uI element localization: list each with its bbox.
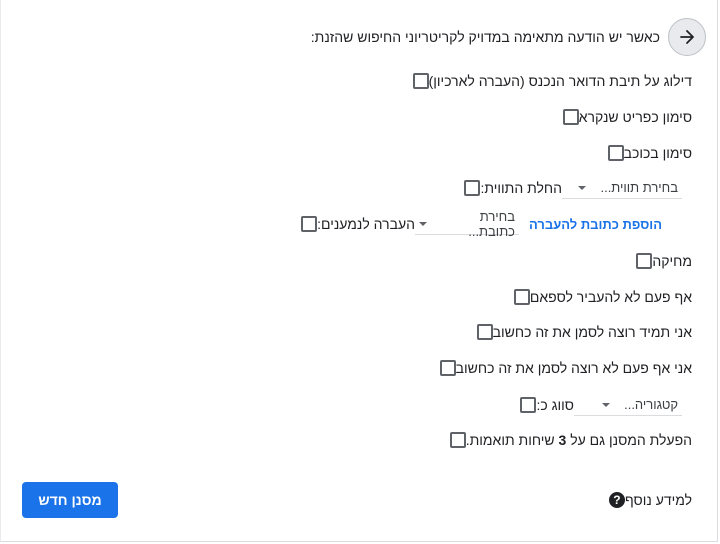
apply-existing-checkbox[interactable] — [449, 432, 466, 448]
delete-label: מחיקה — [652, 253, 692, 269]
apply-existing-label: הפעלת המסנן גם על 3 שיחות תואמות. — [466, 432, 692, 448]
criteria-description: כאשר יש הודעה מתאימה במדויק לקריטריוני ה… — [310, 29, 660, 45]
apply-existing-prefix: הפעלת המסנן גם על — [570, 432, 692, 448]
apply-existing-suffix: שיחות תואמות. — [465, 432, 555, 448]
categorize-label: סווג כ: — [536, 397, 574, 413]
caret-down-icon — [602, 402, 611, 407]
skip-inbox-label: דילוג על תיבת הדואר הנכנס (העברה לארכיון… — [428, 73, 692, 89]
back-button[interactable] — [668, 18, 706, 56]
arrow-right-icon — [680, 30, 694, 44]
skip-inbox-checkbox[interactable] — [412, 73, 429, 89]
mark-read-checkbox[interactable] — [562, 109, 579, 125]
star-checkbox[interactable] — [607, 145, 624, 161]
option-apply-existing[interactable]: הפעלת המסנן גם על 3 שיחות תואמות. — [437, 429, 692, 451]
apply-label-checkbox[interactable] — [464, 180, 481, 196]
categorize-checkbox[interactable] — [520, 397, 537, 413]
caret-down-icon — [578, 185, 587, 190]
never-important-label: אני אף פעם לא רוצה לסמן את זה כחשוב — [455, 360, 692, 376]
option-skip-inbox[interactable]: דילוג על תיבת הדואר הנכנס (העברה לארכיון… — [400, 70, 692, 92]
option-categorize[interactable]: סווג כ: קטגוריה... — [507, 394, 692, 416]
add-forward-address-link[interactable]: הוספת כתובת להעברה — [529, 217, 662, 232]
always-important-checkbox[interactable] — [476, 324, 493, 340]
delete-checkbox[interactable] — [636, 253, 653, 269]
option-forward[interactable]: העברה לנמענים: בחירת כתובת... הוספת כתוב… — [288, 209, 692, 239]
never-spam-label: אף פעם לא להעביר לספאם — [529, 289, 692, 305]
option-delete[interactable]: מחיקה — [623, 250, 692, 272]
create-filter-button[interactable]: מסנן חדש — [22, 482, 118, 518]
apply-existing-count: 3 — [558, 432, 567, 448]
option-never-spam[interactable]: אף פעם לא להעביר לספאם — [501, 286, 692, 308]
apply-label-label: החלת התווית: — [480, 180, 562, 196]
learn-more[interactable]: ? למידע נוסף — [599, 489, 692, 511]
label-select[interactable]: בחירת תווית... — [562, 178, 682, 199]
forward-checkbox[interactable] — [301, 216, 318, 232]
forward-address-select[interactable]: בחירת כתובת... — [415, 209, 519, 239]
category-select-value: קטגוריה... — [624, 397, 678, 412]
option-apply-label[interactable]: החלת התווית: בחירת תווית... — [451, 177, 692, 199]
forward-select-value: בחירת כתובת... — [468, 208, 515, 239]
filter-header: כאשר יש הודעה מתאימה במדויק לקריטריוני ה… — [311, 18, 706, 56]
never-spam-checkbox[interactable] — [513, 289, 530, 305]
option-star[interactable]: סימון בכוכב — [595, 142, 692, 164]
never-important-checkbox[interactable] — [439, 360, 456, 376]
always-important-label: אני תמיד רוצה לסמן את זה כחשוב — [492, 324, 692, 340]
mark-read-label: סימון כפריט שנקרא — [578, 109, 692, 125]
option-mark-read[interactable]: סימון כפריט שנקרא — [550, 106, 692, 128]
label-select-value: בחירת תווית... — [600, 180, 678, 195]
option-never-important[interactable]: אני אף פעם לא רוצה לסמן את זה כחשוב — [427, 357, 692, 379]
learn-more-link[interactable]: למידע נוסף — [625, 492, 692, 508]
forward-label: העברה לנמענים: — [317, 216, 415, 232]
category-select[interactable]: קטגוריה... — [574, 395, 682, 416]
star-label: סימון בכוכב — [623, 145, 692, 161]
help-icon: ? — [608, 492, 625, 508]
option-always-important[interactable]: אני תמיד רוצה לסמן את זה כחשוב — [464, 321, 692, 343]
caret-down-icon — [419, 221, 427, 226]
